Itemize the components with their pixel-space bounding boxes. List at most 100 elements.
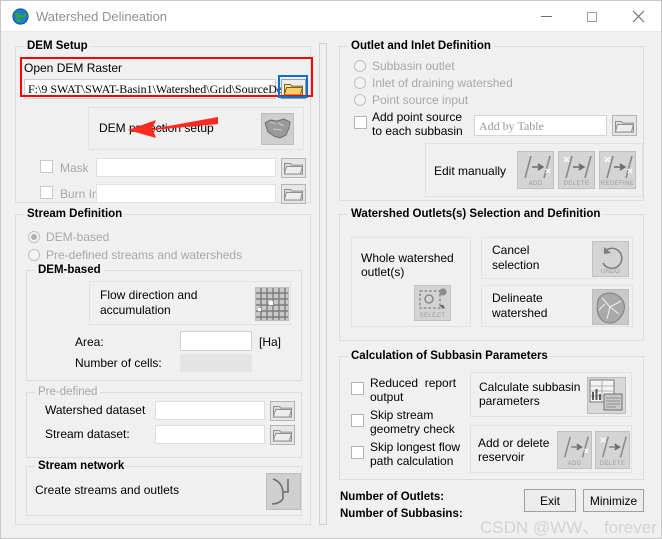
radio-inlet-draining[interactable] bbox=[354, 77, 366, 89]
stream-dataset-browse-button[interactable] bbox=[270, 425, 295, 445]
area-input[interactable] bbox=[180, 331, 252, 351]
window-maximize-button[interactable] bbox=[569, 1, 615, 32]
radio-subbasin-outlet-label: Subbasin outlet bbox=[372, 59, 455, 73]
watershed-outlets-legend: Watershed Outlets(s) Selection and Defin… bbox=[348, 208, 604, 220]
add-outlet-icon bbox=[524, 155, 551, 179]
add-by-table-browse-button[interactable] bbox=[612, 115, 637, 136]
burn-in-browse-button[interactable] bbox=[281, 184, 306, 204]
stream-network-icon[interactable] bbox=[266, 473, 301, 510]
stream-dataset-label: Stream dataset: bbox=[45, 427, 130, 441]
add-point-source-label-line2: to each subbasin bbox=[372, 124, 463, 138]
radio-inlet-draining-label: Inlet of draining watershed bbox=[372, 76, 513, 90]
add-by-table-input[interactable]: Add by Table bbox=[474, 115, 607, 136]
watershed-dataset-input[interactable] bbox=[155, 401, 265, 420]
minimize-icon bbox=[523, 1, 569, 32]
burn-in-input[interactable] bbox=[96, 184, 276, 203]
edit-manually-label: Edit manually bbox=[434, 164, 507, 178]
mask-input[interactable] bbox=[96, 158, 276, 177]
exit-button[interactable]: Exit bbox=[524, 489, 576, 512]
report-table-icon bbox=[587, 377, 626, 414]
subbasin-parameters-group: Calculation of Subbasin Parameters Reduc… bbox=[339, 350, 644, 480]
folder-icon bbox=[273, 406, 292, 418]
skip-stream-label-line1: Skip stream bbox=[370, 408, 434, 422]
watershed-outlets-group: Watershed Outlets(s) Selection and Defin… bbox=[339, 208, 644, 341]
delete-reservoir-icon bbox=[600, 436, 627, 458]
stream-definition-legend: Stream Definition bbox=[24, 208, 126, 220]
undo-selection-button[interactable]: UNDO bbox=[592, 241, 629, 277]
reduced-report-checkbox[interactable] bbox=[351, 382, 364, 395]
delete-outlet-icon bbox=[563, 155, 592, 179]
pre-defined-legend: Pre-defined bbox=[35, 386, 101, 398]
edit-add-outlet-button[interactable]: ADD bbox=[517, 151, 554, 189]
stream-dataset-input[interactable] bbox=[155, 425, 265, 444]
delete-reservoir-caption: DELETE bbox=[599, 461, 626, 467]
flow-direction-panel[interactable]: Flow direction and accumulation bbox=[89, 281, 291, 325]
reduced-report-label-line1: Reduced report bbox=[370, 376, 457, 390]
folder-icon bbox=[284, 189, 303, 201]
edit-delete-caption: DELETE bbox=[563, 181, 590, 187]
reservoir-panel: Add or delete reservoir ADD DELETE bbox=[470, 425, 632, 473]
radio-pre-defined-label: Pre-defined streams and watersheds bbox=[46, 248, 243, 262]
window-close-button[interactable] bbox=[615, 1, 661, 32]
close-icon bbox=[615, 1, 661, 32]
add-by-table-placeholder: Add by Table bbox=[479, 119, 544, 133]
delete-reservoir-button[interactable]: DELETE bbox=[595, 431, 630, 469]
add-reservoir-caption: ADD bbox=[567, 461, 582, 467]
edit-redefine-outlet-button[interactable]: REDEFINE bbox=[599, 151, 636, 189]
watershed-dataset-browse-button[interactable] bbox=[270, 401, 295, 421]
window-minimize-button[interactable] bbox=[523, 1, 569, 32]
minimize-button[interactable]: Minimize bbox=[583, 489, 644, 512]
dem-based-legend: DEM-based bbox=[35, 264, 104, 276]
cancel-selection-panel[interactable]: Cancel selection UNDO bbox=[481, 237, 633, 279]
whole-watershed-outlet-panel[interactable]: Whole watershed outlet(s) SELECT bbox=[351, 237, 471, 327]
dem-raster-browse-button[interactable] bbox=[281, 79, 306, 99]
stream-network-legend: Stream network bbox=[35, 460, 128, 472]
dem-setup-legend: DEM Setup bbox=[24, 40, 91, 52]
reduced-report-label-line2: output bbox=[370, 390, 404, 404]
folder-icon bbox=[284, 163, 303, 175]
radio-dem-based[interactable] bbox=[28, 231, 40, 243]
radio-point-source[interactable] bbox=[354, 94, 366, 106]
radio-pre-defined[interactable] bbox=[28, 249, 40, 261]
skip-longest-flow-checkbox[interactable] bbox=[351, 446, 364, 459]
skip-stream-geometry-checkbox[interactable] bbox=[351, 414, 364, 427]
edit-delete-outlet-button[interactable]: DELETE bbox=[558, 151, 595, 189]
calculate-subbasin-line1: Calculate subbasin bbox=[479, 380, 581, 394]
mask-label: Mask bbox=[60, 161, 89, 175]
area-unit: [Ha] bbox=[259, 335, 282, 349]
dem-raster-input[interactable]: F:\9 SWAT\SWAT-Basin1\Watershed\Grid\Sou… bbox=[24, 79, 292, 99]
delineate-line2: watershed bbox=[492, 306, 548, 320]
radio-point-source-label: Point source input bbox=[372, 93, 469, 107]
flow-direction-label-line1: Flow direction and bbox=[100, 288, 198, 302]
select-box-icon bbox=[419, 288, 447, 309]
watershed-shape-icon bbox=[592, 289, 629, 325]
create-streams-label: Create streams and outlets bbox=[35, 483, 180, 497]
mask-checkbox[interactable] bbox=[40, 160, 53, 173]
dem-based-subgroup: DEM-based Flow direction and accumulatio… bbox=[26, 264, 302, 381]
window-title: Watershed Delineation bbox=[36, 9, 168, 24]
globe-icon bbox=[12, 8, 29, 25]
dem-raster-value: F:\9 SWAT\SWAT-Basin1\Watershed\Grid\Sou… bbox=[28, 82, 292, 96]
cancel-selection-line1: Cancel bbox=[492, 243, 530, 257]
undo-arrow-icon bbox=[602, 247, 623, 270]
edit-manually-panel: Edit manually ADD DELETE REDEFINE bbox=[425, 143, 643, 197]
whole-watershed-label-line2: outlet(s) bbox=[361, 265, 405, 279]
watermark: CSDN @WW、 forever bbox=[480, 518, 657, 537]
folder-open-icon bbox=[284, 84, 303, 96]
add-reservoir-button[interactable]: ADD bbox=[557, 431, 592, 469]
burn-in-label: Burn In bbox=[60, 187, 99, 201]
select-outlet-button[interactable]: SELECT bbox=[414, 285, 451, 321]
title-bar: Watershed Delineation bbox=[1, 1, 661, 32]
mask-browse-button[interactable] bbox=[281, 158, 306, 178]
edit-redefine-caption: REDEFINE bbox=[600, 181, 635, 187]
calculate-subbasin-panel[interactable]: Calculate subbasin parameters bbox=[470, 372, 632, 417]
dem-setup-group: DEM Setup Open DEM Raster F:\9 SWAT\SWAT… bbox=[15, 40, 311, 204]
delineate-watershed-panel[interactable]: Delineate watershed bbox=[481, 285, 633, 327]
burn-in-checkbox[interactable] bbox=[40, 186, 53, 199]
undo-caption: UNDO bbox=[600, 269, 621, 275]
radio-subbasin-outlet[interactable] bbox=[354, 60, 366, 72]
calculate-subbasin-line2: parameters bbox=[479, 394, 540, 408]
add-point-source-checkbox[interactable] bbox=[354, 116, 367, 129]
flow-direction-label-line2: accumulation bbox=[100, 303, 171, 317]
whole-watershed-label-line1: Whole watershed bbox=[361, 251, 454, 265]
